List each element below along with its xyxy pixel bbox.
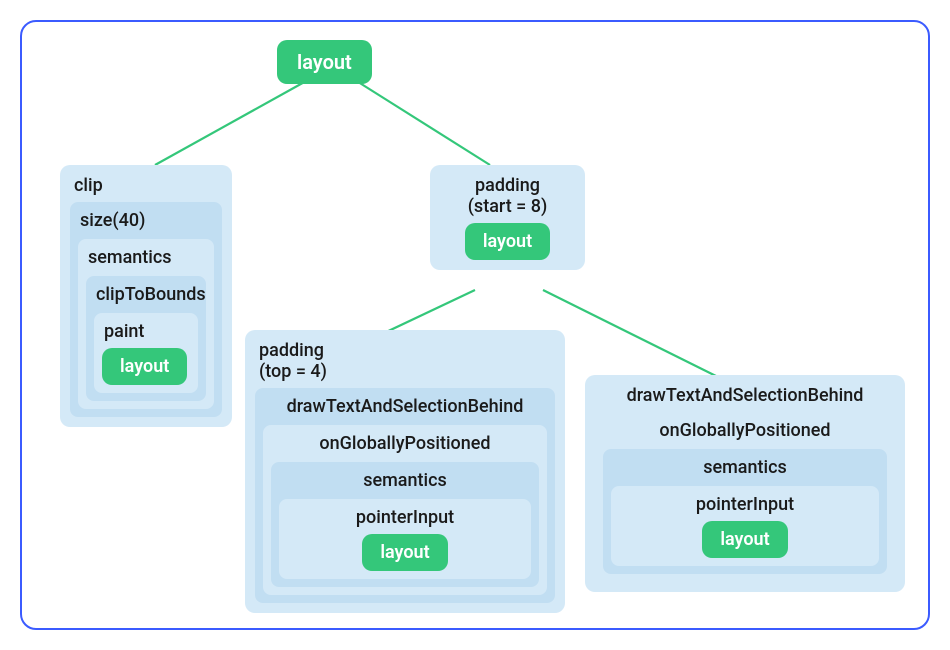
layout-pill-mid: layout bbox=[465, 223, 550, 260]
layer-paint: paint layout bbox=[94, 313, 198, 393]
layer-drawtext-bl-title: drawTextAndSelectionBehind bbox=[263, 394, 547, 421]
layer-semantics-left-title: semantics bbox=[86, 245, 206, 272]
node-padding-start8: padding (start = 8) layout bbox=[430, 165, 585, 270]
node-padding-start8-title: padding (start = 8) bbox=[440, 173, 575, 219]
layer-semantics-left: semantics clipToBounds paint layout bbox=[78, 239, 214, 409]
layer-pointerinput-bl-title: pointerInput bbox=[287, 505, 523, 532]
node-padding-top4-line1: padding bbox=[259, 340, 324, 361]
layer-pointerinput-br-title: pointerInput bbox=[619, 492, 871, 519]
layout-pill-br: layout bbox=[702, 521, 787, 558]
layer-cliptobounds: clipToBounds paint layout bbox=[86, 276, 206, 401]
layout-pill-bl: layout bbox=[362, 534, 447, 571]
node-drawtext-right-title: drawTextAndSelectionBehind bbox=[595, 383, 895, 408]
layer-semantics-br-title: semantics bbox=[611, 455, 879, 482]
layer-ongloballypositioned-bl-title: onGloballyPositioned bbox=[271, 431, 539, 458]
node-clip: clip size(40) semantics clipToBounds pai… bbox=[60, 165, 232, 427]
layer-ongloballypositioned-bl: onGloballyPositioned semantics pointerIn… bbox=[263, 425, 547, 595]
layer-paint-title: paint bbox=[102, 319, 190, 346]
layer-size40-title: size(40) bbox=[78, 208, 214, 235]
layer-size40: size(40) semantics clipToBounds paint la… bbox=[70, 202, 222, 417]
node-padding-top4-line2: (top = 4) bbox=[259, 361, 327, 382]
node-padding-start8-line1: padding bbox=[475, 175, 540, 196]
layer-ongloballypositioned-br: onGloballyPositioned semantics pointerIn… bbox=[595, 412, 895, 582]
layer-cliptobounds-title: clipToBounds bbox=[94, 282, 198, 309]
node-padding-top4: padding (top = 4) drawTextAndSelectionBe… bbox=[245, 330, 565, 613]
layer-semantics-bl-title: semantics bbox=[279, 468, 531, 495]
layer-ongloballypositioned-br-title: onGloballyPositioned bbox=[603, 418, 887, 445]
layer-drawtext-bl: drawTextAndSelectionBehind onGloballyPos… bbox=[255, 388, 555, 603]
layer-pointerinput-bl: pointerInput layout bbox=[279, 499, 531, 579]
node-drawtext-right: drawTextAndSelectionBehind onGloballyPos… bbox=[585, 375, 905, 592]
layer-semantics-br: semantics pointerInput layout bbox=[603, 449, 887, 574]
node-padding-top4-title: padding (top = 4) bbox=[255, 338, 555, 384]
node-padding-start8-line2: (start = 8) bbox=[468, 196, 548, 217]
root-layout-node: layout bbox=[277, 40, 372, 84]
layout-pill-left: layout bbox=[102, 348, 187, 385]
layer-pointerinput-br: pointerInput layout bbox=[611, 486, 879, 566]
node-clip-title: clip bbox=[70, 173, 222, 198]
layer-semantics-bl: semantics pointerInput layout bbox=[271, 462, 539, 587]
